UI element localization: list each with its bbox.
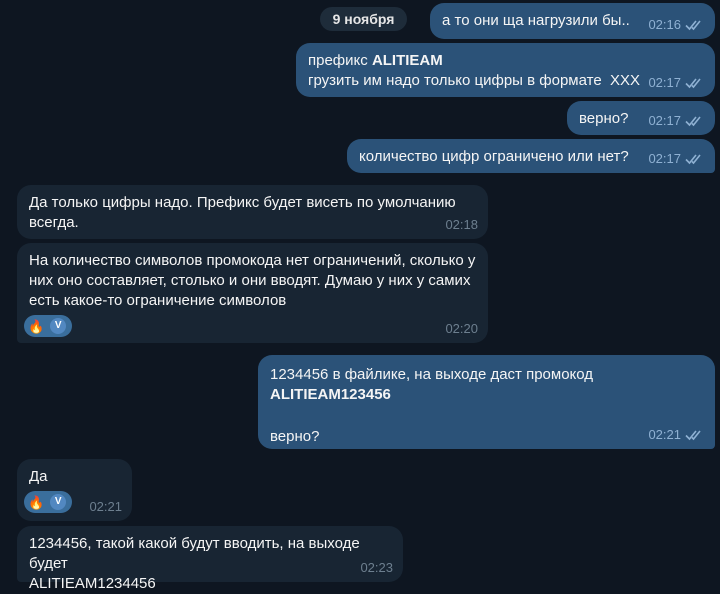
reaction-badge[interactable]: 🔥 V (24, 491, 73, 513)
message-time: 02:17 (648, 113, 681, 128)
message-time: 02:18 (445, 217, 478, 232)
reactor-avatar: V (50, 494, 67, 510)
message-meta: 02:17 (648, 113, 705, 129)
message-meta: 02:21 (648, 427, 705, 443)
message-meta: 02:20 (445, 321, 478, 337)
message-outgoing[interactable]: 1234456 в файлике, на выходе даст промок… (258, 355, 715, 449)
message-text: 1234456, такой какой будут вводить, на в… (29, 535, 360, 592)
message-meta: 02:17 (648, 151, 705, 167)
message-time: 02:17 (648, 151, 681, 166)
reactor-avatar: V (50, 318, 67, 334)
message-incoming[interactable]: 1234456, такой какой будут вводить, на в… (17, 526, 403, 592)
message-text: Да только цифры надо. Префикс будет висе… (29, 194, 456, 231)
message-text: 1234456 в файлике, на выходе даст промок… (270, 366, 602, 403)
message-text: Да (29, 468, 48, 485)
date-separator: 9 ноября (320, 7, 407, 31)
message-text-line2: верно? (270, 428, 320, 445)
message-text: префикс ALITIEAM (308, 52, 443, 69)
message-outgoing[interactable]: верно? 02:17 (567, 101, 715, 135)
message-text: верно? (579, 110, 629, 127)
fire-emoji-icon: 🔥 (28, 494, 45, 510)
double-check-icon (685, 78, 701, 89)
message-meta: 02:23 (360, 560, 393, 576)
message-time: 02:21 (89, 499, 122, 514)
message-text: количество цифр ограничено или нет? (359, 148, 629, 165)
message-text-line2: грузить им надо только цифры в формате X… (308, 72, 641, 89)
double-check-icon (685, 20, 701, 31)
double-check-icon (685, 116, 701, 127)
message-time: 02:23 (360, 560, 393, 575)
message-incoming[interactable]: На количество символов промокода нет огр… (17, 243, 488, 343)
message-meta: 02:18 (445, 217, 478, 233)
message-time: 02:20 (445, 321, 478, 336)
message-time: 02:17 (648, 75, 681, 90)
double-check-icon (685, 430, 701, 441)
chat-history: 9 ноября а то они ща нагрузили бы.. 02:1… (0, 0, 720, 592)
message-meta: 02:17 (648, 75, 705, 91)
message-text: а то они ща нагрузили бы.. (442, 12, 630, 29)
message-outgoing[interactable]: количество цифр ограничено или нет? 02:1… (347, 139, 715, 173)
message-time: 02:16 (648, 17, 681, 32)
message-bold-text: ALITIEAM (371, 52, 443, 69)
double-check-icon (685, 154, 701, 165)
message-text: На количество символов промокода нет огр… (29, 252, 476, 309)
message-outgoing[interactable]: а то они ща нагрузили бы.. 02:16 (430, 3, 715, 39)
reaction-badge[interactable]: 🔥 V (24, 315, 73, 337)
message-meta: 02:16 (648, 17, 705, 33)
message-incoming[interactable]: Да только цифры надо. Префикс будет висе… (17, 185, 488, 239)
message-outgoing[interactable]: префикс ALITIEAM грузить им надо только … (296, 43, 715, 97)
fire-emoji-icon: 🔥 (28, 318, 45, 334)
message-time: 02:21 (648, 427, 681, 442)
message-incoming[interactable]: Да 🔥 V 02:21 (17, 459, 132, 521)
message-bold-text: ALITIEAM123456 (270, 386, 391, 403)
message-meta: 02:21 (89, 499, 122, 515)
